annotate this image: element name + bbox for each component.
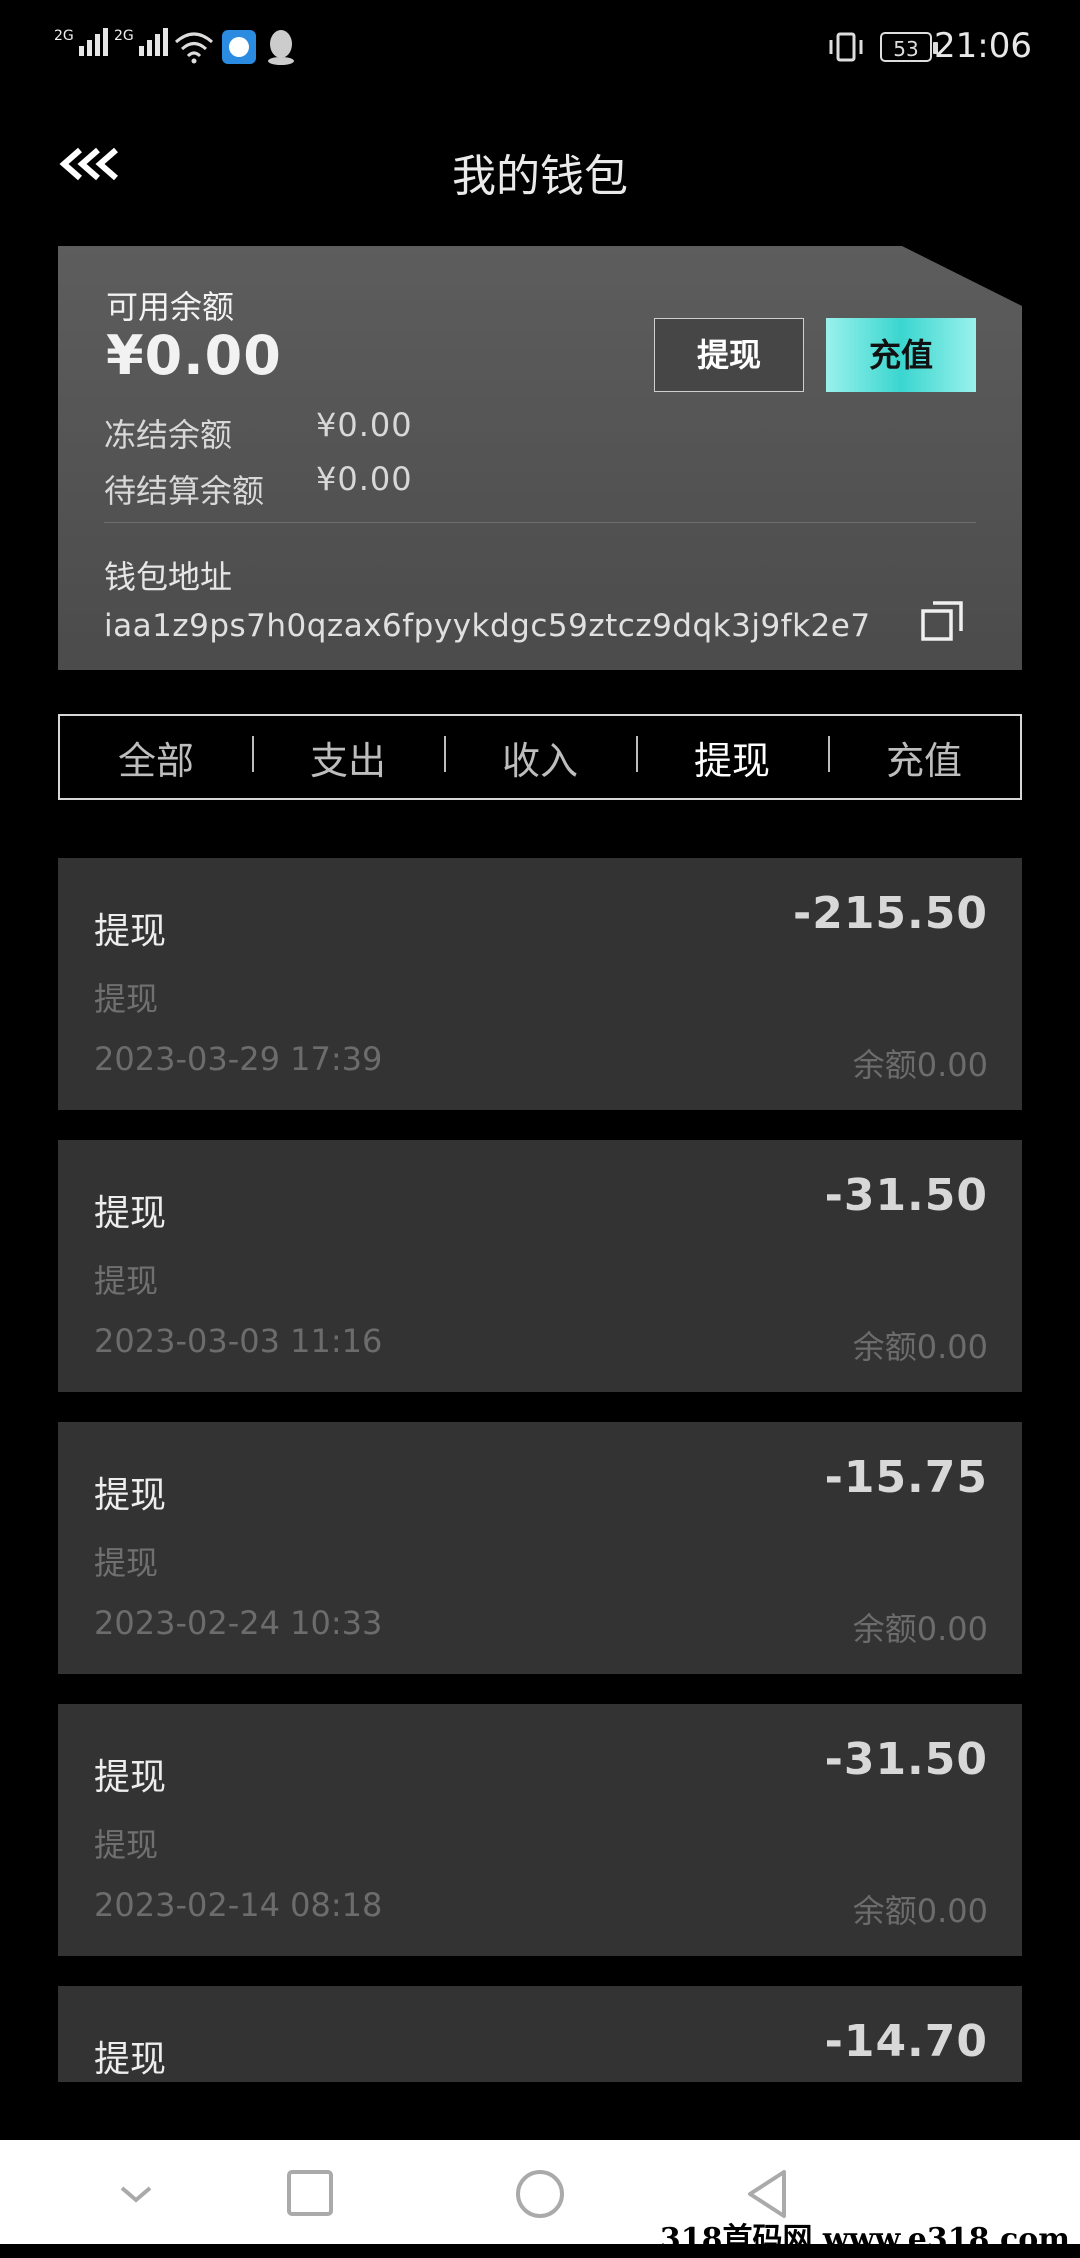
frozen-balance-label: 冻结余额 (104, 416, 233, 454)
nav-home-icon[interactable] (510, 2164, 570, 2224)
transaction-date: 2023-02-24 10:33 (94, 1604, 383, 1642)
wifi-icon (175, 32, 213, 64)
transaction-date: 2023-02-14 08:18 (94, 1886, 383, 1924)
signal-icon-1: 2G (54, 28, 111, 56)
status-bar: 2G 2G 53 21:06 (0, 0, 1080, 100)
tab-withdraw[interactable]: 提现 (636, 730, 828, 785)
tab-all[interactable]: 全部 (60, 730, 252, 785)
transaction-title: 提现 (94, 2039, 167, 2080)
transaction-item[interactable]: 提现 -31.50 提现 2023-03-03 11:16 余额0.00 (58, 1140, 1022, 1392)
app-notification-icon (222, 30, 256, 64)
wallet-address-label: 钱包地址 (104, 558, 233, 596)
nav-hide-icon[interactable] (106, 2164, 166, 2224)
transaction-item[interactable]: 提现 -15.75 提现 2023-02-24 10:33 余额0.00 (58, 1422, 1022, 1674)
transaction-type: 提现 (94, 1826, 159, 1864)
vibrate-icon (829, 32, 863, 62)
copy-icon[interactable] (920, 598, 966, 644)
transaction-item[interactable]: 提现 -14.70 (58, 1986, 1022, 2082)
frozen-balance-value: ¥0.00 (316, 406, 413, 444)
transaction-type: 提现 (94, 1262, 159, 1300)
pending-balance-label: 待结算余额 (104, 472, 265, 510)
available-balance-label: 可用余额 (106, 288, 235, 326)
transaction-title: 提现 (94, 1757, 167, 1798)
nav-recents-icon[interactable] (280, 2164, 340, 2224)
transaction-date: 2023-03-29 17:39 (94, 1040, 383, 1078)
transaction-balance: 余额0.00 (852, 1892, 988, 1930)
transaction-balance: 余额0.00 (852, 1328, 988, 1366)
withdraw-button[interactable]: 提现 (654, 318, 804, 392)
transaction-item[interactable]: 提现 -31.50 提现 2023-02-14 08:18 余额0.00 (58, 1704, 1022, 1956)
page-title: 我的钱包 (452, 151, 628, 202)
pending-balance-value: ¥0.00 (316, 460, 413, 498)
transaction-title: 提现 (94, 1193, 167, 1234)
filter-tabs: 全部 支出 收入 提现 充值 (58, 714, 1022, 800)
transaction-type: 提现 (94, 1544, 159, 1582)
wallet-address-value: iaa1z9ps7h0qzax6fpyykdgc59ztcz9dqk3j9fk2… (104, 608, 871, 644)
battery-indicator: 53 (880, 32, 938, 62)
transaction-item[interactable]: 提现 -215.50 提现 2023-03-29 17:39 余额0.00 (58, 858, 1022, 1110)
signal-icon-2: 2G (114, 28, 171, 56)
transaction-type: 提现 (94, 980, 159, 1018)
watermark-text: 318首码网 www.e318.com (659, 2222, 1070, 2257)
qq-icon (268, 30, 294, 65)
transaction-title: 提现 (94, 1475, 167, 1516)
system-nav-bar: 318首码网 www.e318.com (0, 2140, 1080, 2257)
transaction-amount: -31.50 (824, 1170, 988, 1221)
transaction-amount: -15.75 (824, 1452, 988, 1503)
transaction-title: 提现 (94, 911, 167, 952)
clock: 21:06 (934, 26, 1032, 66)
available-balance-amount: ¥0.00 (106, 324, 282, 387)
card-corner-cut (902, 246, 1022, 306)
transaction-date: 2023-03-03 11:16 (94, 1322, 383, 1360)
recharge-button[interactable]: 充值 (826, 318, 976, 392)
transaction-balance: 余额0.00 (852, 1610, 988, 1648)
wallet-card: 可用余额 ¥0.00 冻结余额 ¥0.00 待结算余额 ¥0.00 提现 充值 … (58, 246, 1022, 670)
transaction-balance: 余额0.00 (852, 1046, 988, 1084)
transaction-amount: -14.70 (824, 2016, 988, 2067)
network-type-1: 2G (54, 28, 74, 44)
transaction-amount: -31.50 (824, 1734, 988, 1785)
transaction-amount: -215.50 (792, 888, 988, 939)
tab-recharge[interactable]: 充值 (828, 730, 1020, 785)
network-type-2: 2G (114, 28, 134, 44)
card-divider (104, 522, 976, 523)
tab-income[interactable]: 收入 (444, 730, 636, 785)
tab-expense[interactable]: 支出 (252, 730, 444, 785)
